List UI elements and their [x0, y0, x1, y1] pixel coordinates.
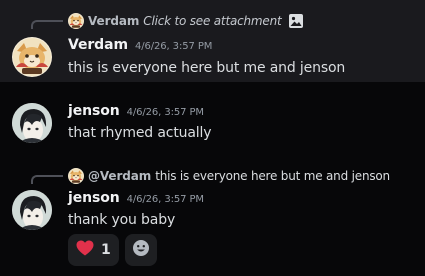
- message-header: jenson 4/6/26, 3:57 PM: [68, 103, 204, 123]
- message-header: Verdam 4/6/26, 3:57 PM: [68, 37, 212, 57]
- message-content: thank you baby: [68, 212, 176, 228]
- message-timestamp: 4/6/26, 3:57 PM: [126, 194, 204, 205]
- anime-avatar-icon[interactable]: [12, 190, 52, 230]
- message-content: this is everyone here but me and jenson: [68, 60, 346, 76]
- reply-connector: [31, 175, 63, 184]
- cat-avatar-icon[interactable]: [12, 37, 52, 77]
- reaction-bar: 1: [68, 234, 163, 266]
- message-item[interactable]: jenson 4/6/26, 3:57 PM that rhymed actua…: [0, 88, 425, 152]
- message-item[interactable]: Verdam Click to see attachment Verdam 4/…: [0, 0, 425, 82]
- reply-preview[interactable]: Verdam Click to see attachment: [68, 13, 304, 29]
- message-item[interactable]: @Verdam this is everyone here but me and…: [0, 160, 425, 276]
- reply-text[interactable]: this is everyone here but me and jenson: [155, 169, 390, 183]
- reaction-count: 1: [101, 242, 111, 258]
- message-author[interactable]: Verdam: [68, 37, 128, 53]
- anime-avatar-icon[interactable]: [12, 103, 52, 143]
- message-timestamp: 4/6/26, 3:57 PM: [134, 41, 213, 52]
- message-header: jenson 4/6/26, 3:57 PM: [68, 190, 204, 210]
- reply-avatar-icon: [68, 13, 84, 29]
- add-reaction-icon: [132, 239, 150, 261]
- message-author[interactable]: jenson: [68, 103, 120, 119]
- reply-avatar-icon: [68, 168, 84, 184]
- reply-preview[interactable]: @Verdam this is everyone here but me and…: [68, 168, 390, 184]
- reply-author[interactable]: Verdam: [88, 14, 139, 28]
- message-author[interactable]: jenson: [68, 190, 120, 206]
- heart-icon: [76, 240, 94, 260]
- reply-connector: [31, 20, 63, 29]
- message-timestamp: 4/6/26, 3:57 PM: [126, 107, 204, 118]
- image-icon: [288, 13, 304, 29]
- reply-author[interactable]: @Verdam: [88, 169, 151, 183]
- reply-text[interactable]: Click to see attachment: [143, 14, 281, 28]
- message-content: that rhymed actually: [68, 125, 212, 141]
- reaction-heart[interactable]: 1: [68, 234, 119, 266]
- add-reaction-button[interactable]: [124, 234, 157, 266]
- chat-message-list: Verdam Click to see attachment Verdam 4/…: [0, 0, 425, 276]
